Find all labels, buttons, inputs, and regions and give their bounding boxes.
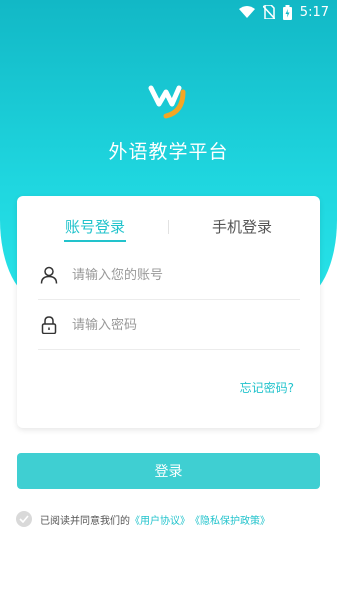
agreement-text: 已阅读并同意我们的 xyxy=(40,515,130,527)
active-tab-indicator xyxy=(64,240,126,242)
privacy-policy-link[interactable]: 《隐私保护政策》 xyxy=(190,512,270,527)
forgot-password-link[interactable]: 忘记密码? xyxy=(240,379,294,396)
username-field xyxy=(38,250,300,300)
password-field xyxy=(38,300,300,350)
checkmark-icon xyxy=(19,515,29,523)
user-icon xyxy=(40,266,58,284)
login-button[interactable]: 登录 xyxy=(17,453,320,489)
login-card: 账号登录 手机登录 忘记密码? xyxy=(17,196,320,428)
status-bar: 5:17 xyxy=(0,0,337,24)
login-tabs: 账号登录 手机登录 xyxy=(17,196,320,252)
password-input[interactable] xyxy=(72,312,292,338)
agreement-row: 已阅读并同意我们的 《用户协议》 《隐私保护政策》 xyxy=(16,510,326,528)
tab-divider xyxy=(168,220,169,234)
battery-icon xyxy=(282,4,292,20)
username-input[interactable] xyxy=(72,262,292,288)
app-logo xyxy=(148,85,186,119)
wifi-icon xyxy=(238,6,255,18)
tab-phone-login[interactable]: 手机登录 xyxy=(212,216,272,237)
no-sim-icon xyxy=(262,5,275,19)
tab-account-login[interactable]: 账号登录 xyxy=(65,216,125,237)
agreement-checkbox[interactable] xyxy=(16,511,32,527)
user-agreement-link[interactable]: 《用户协议》 xyxy=(130,512,190,527)
status-time: 5:17 xyxy=(299,4,329,20)
app-title: 外语教学平台 xyxy=(108,141,229,163)
lock-icon xyxy=(41,316,57,334)
